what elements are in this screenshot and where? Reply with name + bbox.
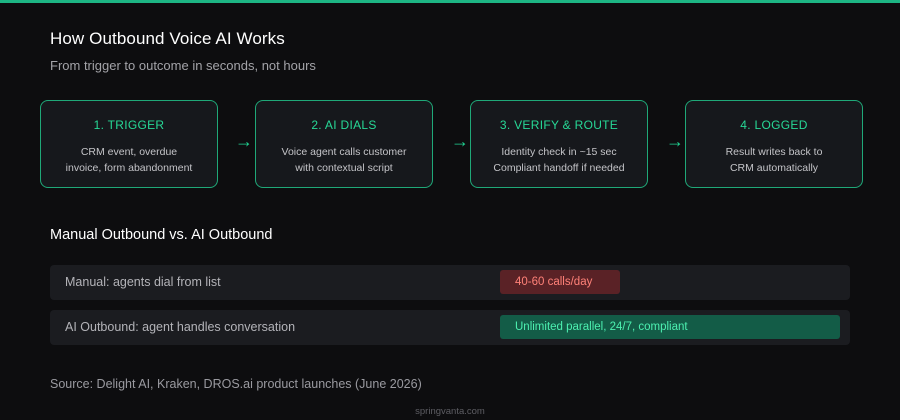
step-title: 3. VERIFY & ROUTE: [499, 118, 619, 132]
row-label: AI Outbound: agent handles conversation: [65, 320, 296, 334]
comparison-row-ai: AI Outbound: agent handles conversation …: [50, 310, 850, 345]
page-subtitle: From trigger to outcome in seconds, not …: [50, 58, 316, 73]
step-description: Voice agent calls customer with contextu…: [281, 146, 407, 174]
step-logged: 4. LOGGED Result writes back to CRM auto…: [685, 100, 863, 188]
step-title: 1. TRIGGER: [93, 118, 165, 132]
comparison-title: Manual Outbound vs. AI Outbound: [50, 227, 273, 243]
step-ai-dials: 2. AI DIALS Voice agent calls customer w…: [255, 100, 433, 188]
step-description: Result writes back to CRM automatically: [725, 146, 823, 174]
step-title: 2. AI DIALS: [311, 118, 377, 132]
source-note: Source: Delight AI, Kraken, DROS.ai prod…: [50, 377, 422, 391]
arrow-right-icon: →: [451, 131, 469, 151]
accent-bar: [0, 0, 900, 3]
page-title: How Outbound Voice AI Works: [50, 29, 285, 48]
row-label: Manual: agents dial from list: [65, 275, 221, 289]
comparison-row-manual: Manual: agents dial from list 40-60 call…: [50, 265, 850, 300]
step-title: 4. LOGGED: [740, 118, 808, 132]
step-description: CRM event, overdue invoice, form abandon…: [65, 146, 193, 174]
manual-rate-badge: 40-60 calls/day: [500, 270, 620, 294]
arrow-right-icon: →: [235, 131, 253, 151]
step-verify-route: 3. VERIFY & ROUTE Identity check in ~15 …: [470, 100, 648, 188]
step-description: Identity check in ~15 sec Compliant hand…: [493, 146, 625, 174]
step-trigger: 1. TRIGGER CRM event, overdue invoice, f…: [40, 100, 218, 188]
ai-rate-badge: Unlimited parallel, 24/7, compliant: [500, 315, 840, 339]
footer-domain: springvanta.com: [415, 406, 485, 417]
arrow-right-icon: →: [666, 131, 684, 151]
